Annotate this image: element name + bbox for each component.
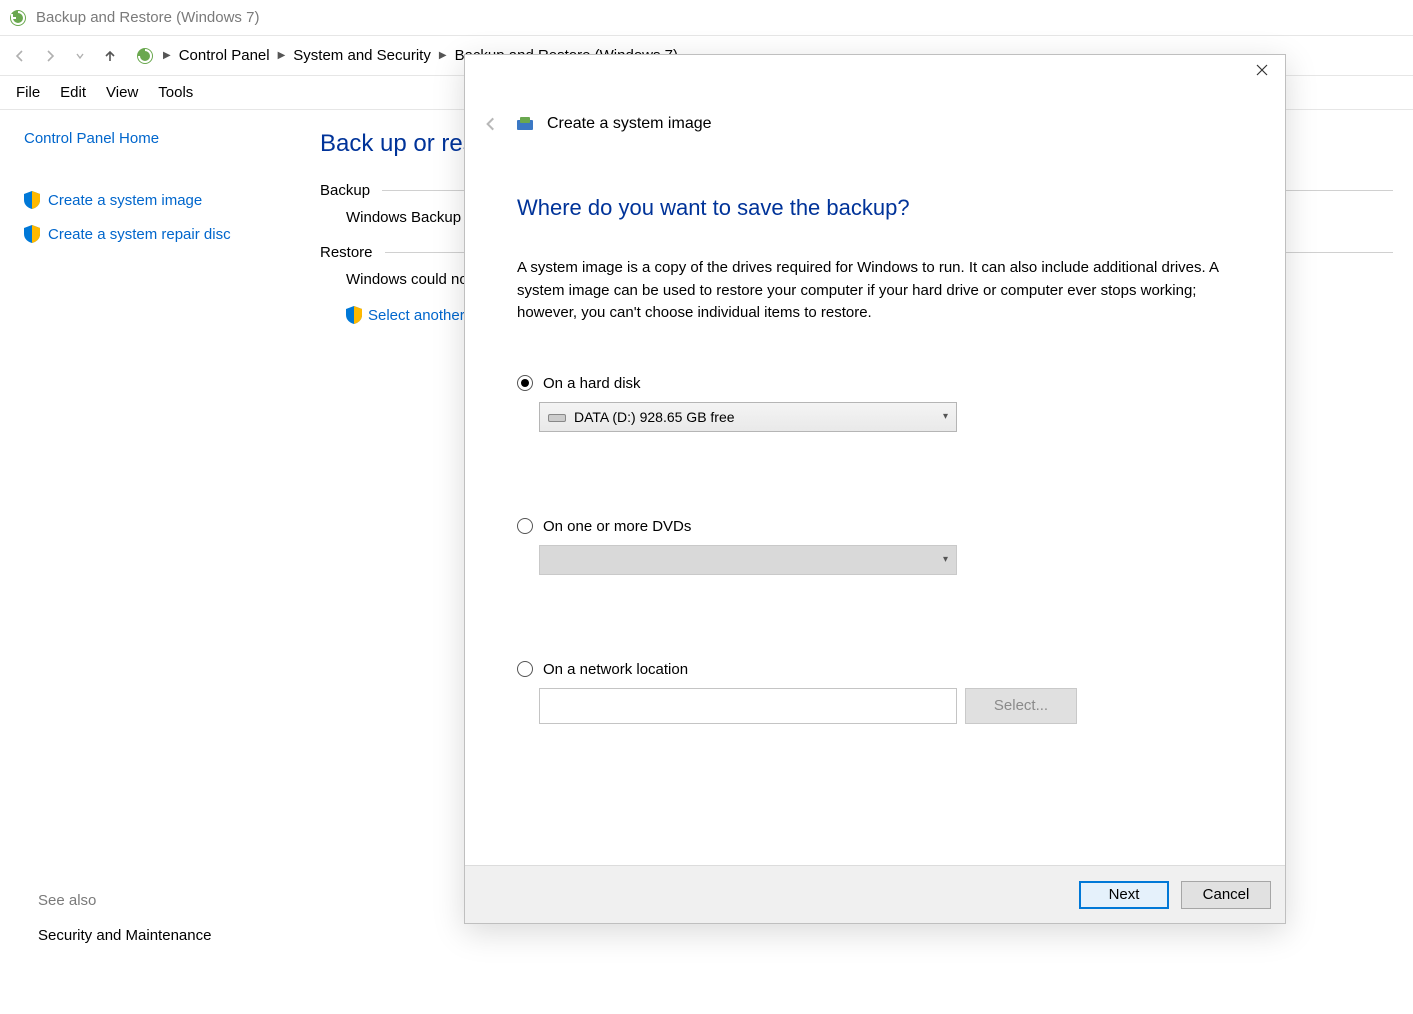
radio-network[interactable] bbox=[517, 661, 533, 677]
backup-restore-icon bbox=[8, 8, 28, 28]
dialog-header: Create a system image bbox=[479, 109, 712, 139]
shield-icon bbox=[24, 225, 40, 243]
sidebar-link-label: Create a system repair disc bbox=[48, 226, 231, 243]
radio-dvds[interactable] bbox=[517, 518, 533, 534]
radio-label[interactable]: On one or more DVDs bbox=[543, 518, 691, 535]
nav-recent-dropdown[interactable] bbox=[68, 44, 92, 68]
cancel-button[interactable]: Cancel bbox=[1181, 881, 1271, 909]
radio-hard-disk[interactable] bbox=[517, 375, 533, 391]
breadcrumb-item[interactable]: System and Security bbox=[293, 47, 431, 64]
button-label: Next bbox=[1109, 886, 1140, 903]
button-label: Cancel bbox=[1203, 886, 1250, 903]
window-title: Backup and Restore (Windows 7) bbox=[36, 9, 259, 26]
dialog-description: A system image is a copy of the drives r… bbox=[517, 257, 1233, 325]
dropdown-value: DATA (D:) 928.65 GB free bbox=[574, 409, 735, 425]
menu-edit[interactable]: Edit bbox=[50, 80, 96, 105]
chevron-down-icon: ▾ bbox=[943, 411, 948, 422]
nav-up-button[interactable] bbox=[98, 44, 122, 68]
chevron-down-icon: ▾ bbox=[943, 554, 948, 565]
menu-file[interactable]: File bbox=[6, 80, 50, 105]
select-location-button: Select... bbox=[965, 688, 1077, 724]
sidebar-home-link[interactable]: Control Panel Home bbox=[24, 130, 276, 147]
button-label: Select... bbox=[994, 697, 1048, 714]
chevron-right-icon: ▶ bbox=[439, 50, 447, 61]
sidebar-link-repair-disc[interactable]: Create a system repair disc bbox=[24, 225, 276, 243]
option-dvds: On one or more DVDs ▾ bbox=[517, 518, 1233, 575]
nav-forward-button[interactable] bbox=[38, 44, 62, 68]
chevron-right-icon: ▶ bbox=[278, 50, 286, 61]
dialog-heading: Where do you want to save the backup? bbox=[517, 195, 1233, 221]
shield-icon bbox=[346, 306, 362, 324]
system-image-icon bbox=[515, 114, 535, 134]
sidebar-link-label: Create a system image bbox=[48, 192, 202, 209]
next-button[interactable]: Next bbox=[1079, 881, 1169, 909]
backup-restore-icon bbox=[135, 46, 155, 66]
shield-icon bbox=[24, 191, 40, 209]
sidebar-link-create-image[interactable]: Create a system image bbox=[24, 191, 276, 209]
radio-label[interactable]: On a network location bbox=[543, 661, 688, 678]
dialog-footer: Next Cancel bbox=[465, 865, 1285, 923]
see-also-link[interactable]: Security and Maintenance bbox=[38, 927, 211, 944]
see-also-header: See also bbox=[38, 892, 211, 909]
menu-tools[interactable]: Tools bbox=[148, 80, 203, 105]
breadcrumb-item[interactable]: Control Panel bbox=[179, 47, 270, 64]
section-label: Restore bbox=[320, 244, 373, 261]
section-label: Backup bbox=[320, 182, 370, 199]
sidebar: Control Panel Home Create a system image… bbox=[0, 110, 300, 1014]
dialog-content: Where do you want to save the backup? A … bbox=[465, 109, 1285, 865]
option-hard-disk: On a hard disk DATA (D:) 928.65 GB free … bbox=[517, 375, 1233, 432]
network-location-input bbox=[539, 688, 957, 724]
option-network: On a network location Select... bbox=[517, 661, 1233, 724]
nav-back-button[interactable] bbox=[8, 44, 32, 68]
menu-view[interactable]: View bbox=[96, 80, 148, 105]
hard-disk-dropdown[interactable]: DATA (D:) 928.65 GB free ▾ bbox=[539, 402, 957, 432]
dialog-titlebar bbox=[465, 55, 1285, 109]
dialog-title: Create a system image bbox=[547, 115, 712, 133]
dialog-close-button[interactable] bbox=[1239, 55, 1285, 85]
radio-label[interactable]: On a hard disk bbox=[543, 375, 641, 392]
disk-icon bbox=[548, 411, 566, 423]
window-titlebar: Backup and Restore (Windows 7) bbox=[0, 0, 1413, 36]
create-system-image-dialog: Create a system image Where do you want … bbox=[464, 54, 1286, 924]
dialog-back-button[interactable] bbox=[479, 112, 503, 136]
chevron-right-icon: ▶ bbox=[163, 50, 171, 61]
dvd-dropdown: ▾ bbox=[539, 545, 957, 575]
see-also: See also Security and Maintenance bbox=[38, 892, 211, 944]
